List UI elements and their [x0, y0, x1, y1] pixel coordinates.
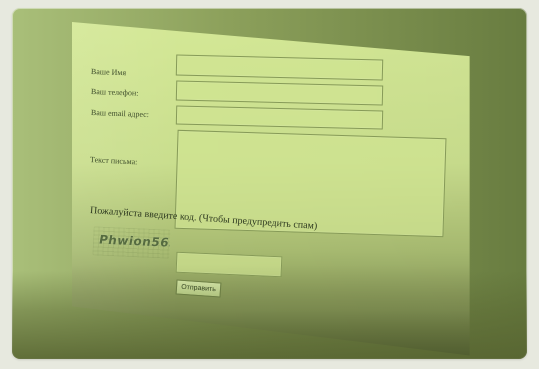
contact-form-preview: Ваше Имя Ваш телефон: Ваш email адрес: Т… [12, 8, 527, 359]
name-label: Ваше Имя [90, 67, 127, 78]
captcha-image: Phwion565 [92, 226, 171, 259]
phone-label: Ваш телефон: [90, 87, 139, 98]
email-input[interactable] [175, 105, 384, 130]
name-input[interactable] [175, 54, 384, 81]
email-label: Ваш email адрес: [90, 108, 150, 120]
captcha-input[interactable] [175, 251, 283, 278]
submit-button[interactable]: Отправить [175, 279, 222, 298]
perspective-form-panel: Ваше Имя Ваш телефон: Ваш email адрес: Т… [72, 22, 470, 356]
message-label: Текст письма: [89, 155, 138, 167]
phone-input[interactable] [175, 80, 384, 106]
